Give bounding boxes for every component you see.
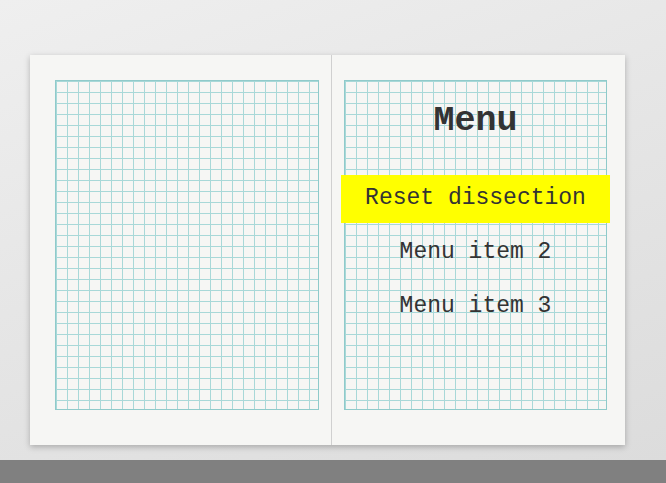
game-screen: Menu Reset dissection Menu item 2 Menu item… <box>0 0 666 483</box>
menu-item[interactable]: Menu item 3 <box>341 283 610 331</box>
menu-title: Menu <box>341 95 610 148</box>
bottom-bar <box>0 460 666 483</box>
menu-item[interactable]: Menu item 2 <box>341 229 610 277</box>
left-page <box>30 55 332 445</box>
grid-area <box>55 80 319 410</box>
notebook-scene <box>0 0 666 460</box>
menu-item[interactable]: Reset dissection <box>341 175 610 223</box>
menu: Menu Reset dissection Menu item 2 Menu item… <box>341 95 610 331</box>
